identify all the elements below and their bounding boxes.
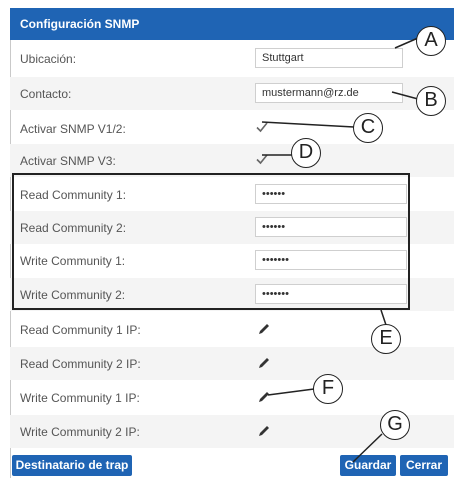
callout-e: E <box>371 324 401 354</box>
callout-f: F <box>313 374 343 404</box>
callout-g: G <box>380 410 410 440</box>
callout-d: D <box>291 138 321 168</box>
callout-b: B <box>416 86 446 116</box>
callout-a: A <box>416 26 446 56</box>
callout-lines <box>261 37 419 463</box>
callout-c: C <box>353 113 383 143</box>
